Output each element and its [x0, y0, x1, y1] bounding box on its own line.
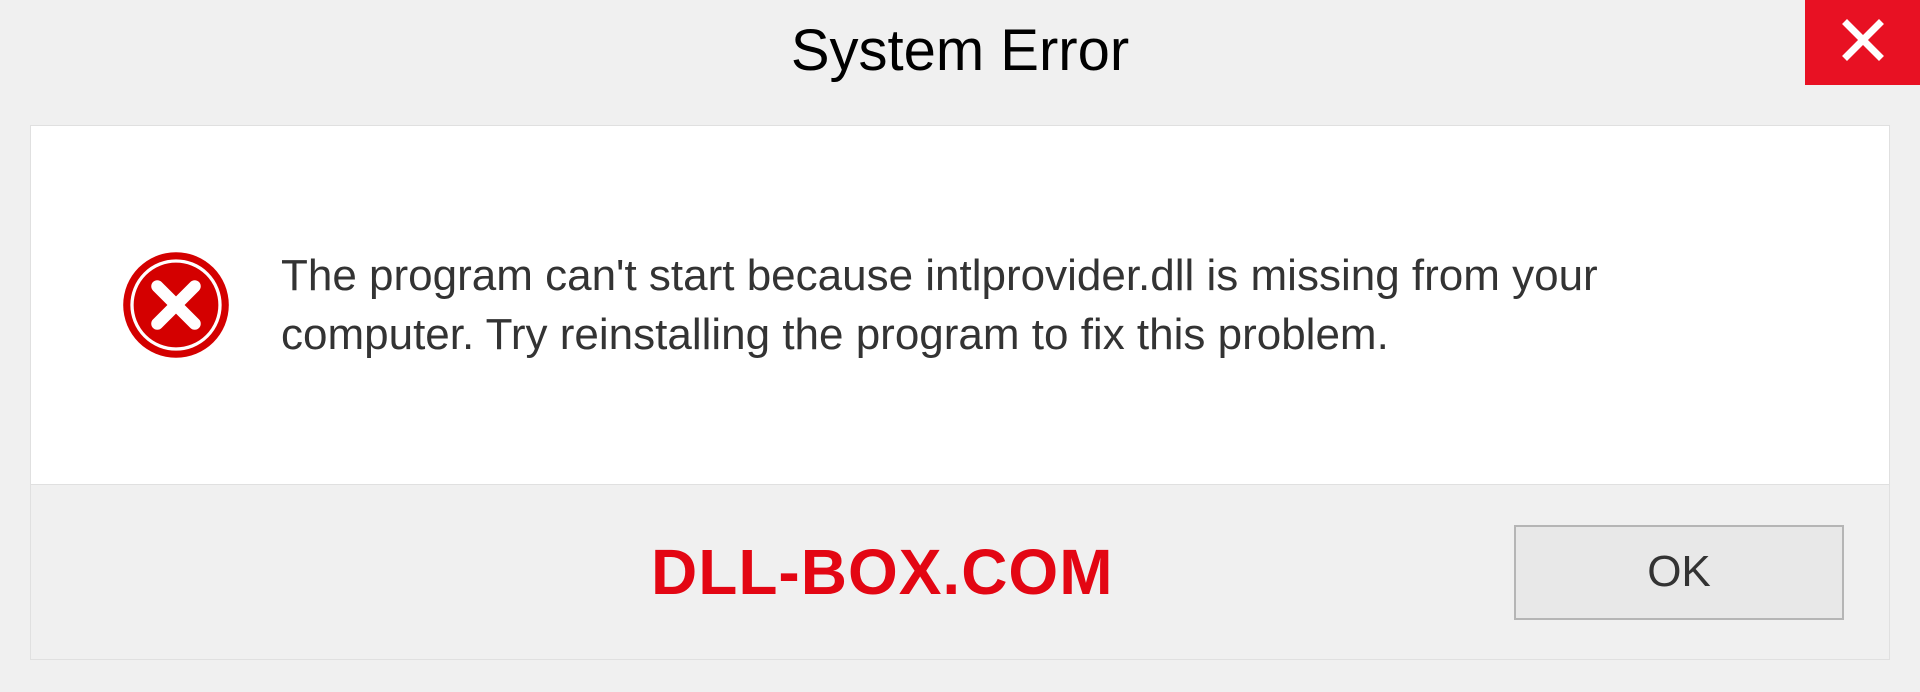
titlebar: System Error: [0, 0, 1920, 100]
content-panel: The program can't start because intlprov…: [30, 125, 1890, 485]
close-icon: [1841, 18, 1885, 67]
ok-button[interactable]: OK: [1514, 525, 1844, 620]
ok-button-label: OK: [1647, 547, 1711, 597]
error-icon: [121, 250, 231, 360]
close-button[interactable]: [1805, 0, 1920, 85]
error-message: The program can't start because intlprov…: [281, 246, 1781, 365]
button-bar: DLL-BOX.COM OK: [30, 485, 1890, 660]
dialog-title: System Error: [791, 17, 1129, 84]
watermark-text: DLL-BOX.COM: [651, 535, 1114, 609]
